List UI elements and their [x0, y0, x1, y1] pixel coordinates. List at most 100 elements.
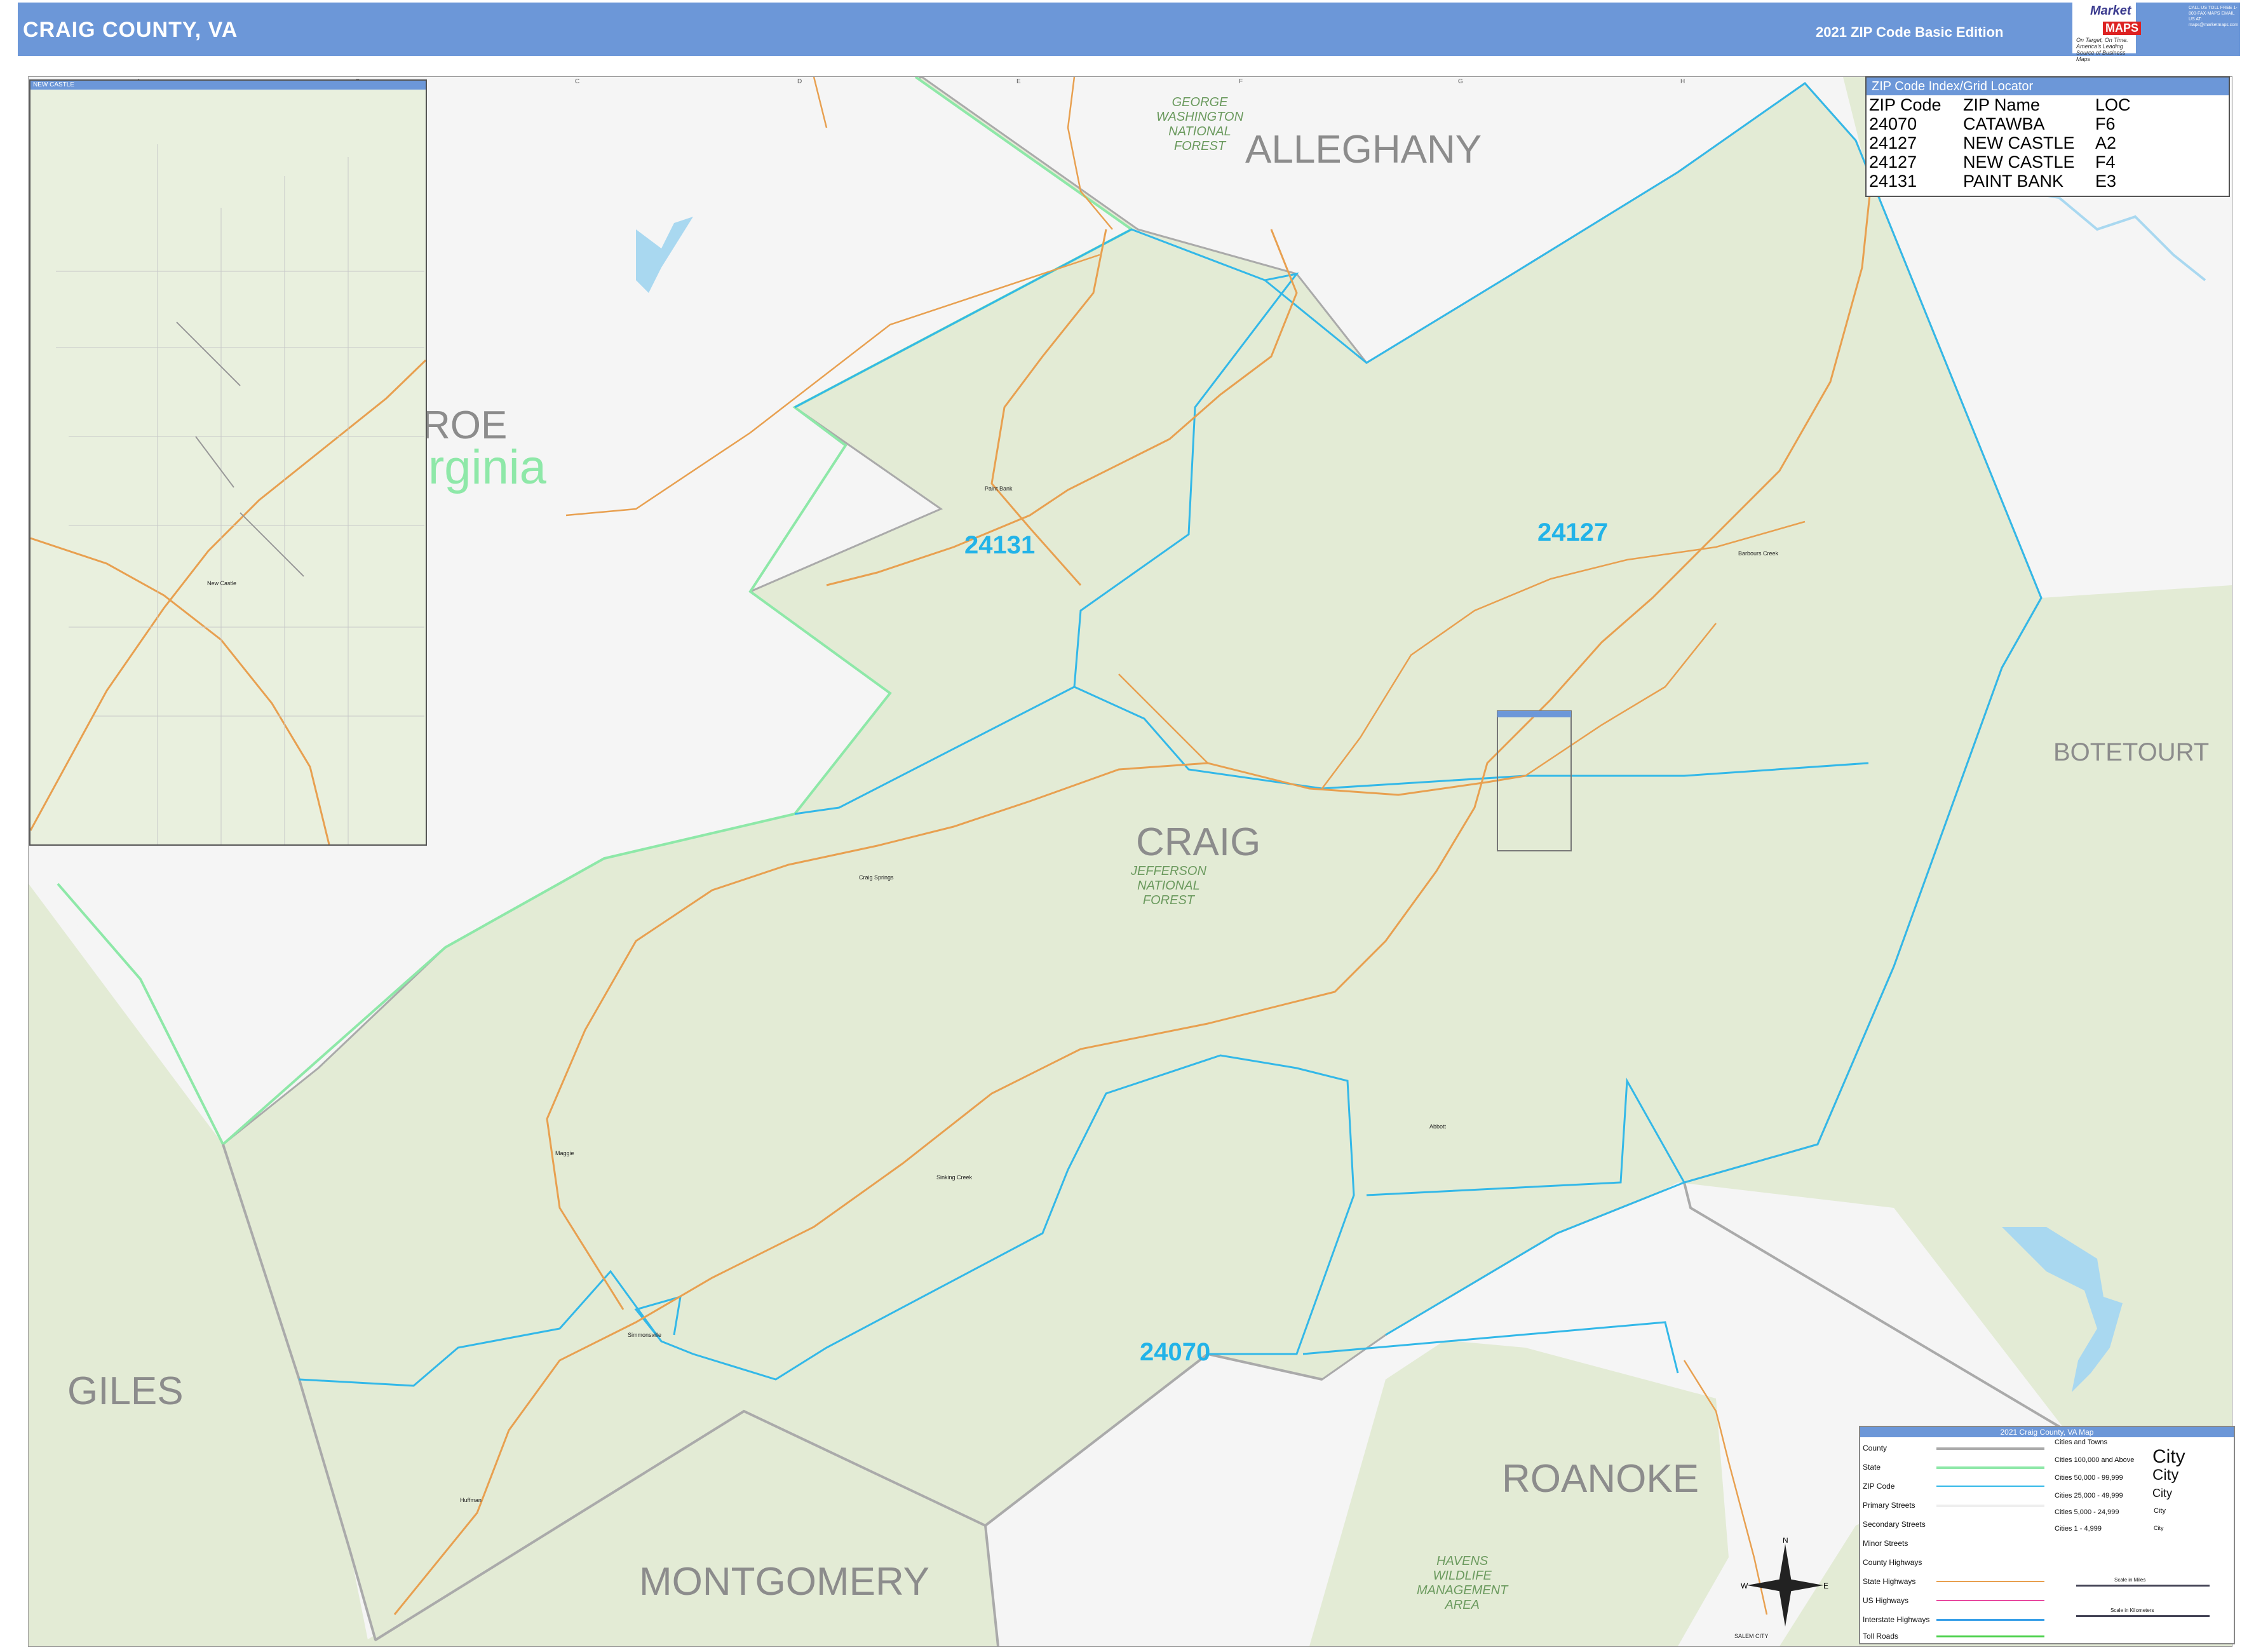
compass-e: E	[1823, 1581, 1828, 1590]
legend-item-state-hwy: State Highways	[1863, 1577, 1916, 1586]
legend-item-interstate: Interstate Highways	[1863, 1615, 1930, 1624]
legend-item-state: State	[1863, 1463, 1881, 1472]
map-legend: 2021 Craig County, VA Map County State Z…	[1859, 1426, 2235, 1644]
town-barbours-creek: Barbours Creek	[1738, 550, 1779, 557]
legend-city-tier-2: Cities 50,000 - 99,999	[2055, 1474, 2123, 1482]
legend-swatch-interstate	[1936, 1619, 2044, 1621]
legend-item-minor: Minor Streets	[1863, 1539, 1908, 1548]
contact-info: CALL US TOLL FREE 1-800-FAX-MAPS EMAIL U…	[2189, 6, 2238, 27]
legend-item-primary: Primary Streets	[1863, 1501, 1915, 1510]
edition-label: 2021 ZIP Code Basic Edition	[1816, 24, 2004, 40]
legend-city-tier-1: Cities 100,000 and Above	[2055, 1456, 2135, 1464]
legend-swatch-zip	[1936, 1486, 2044, 1487]
legend-item-county: County	[1863, 1444, 1887, 1452]
zip-cell: 24070	[1869, 114, 1917, 133]
zip-label-24127: 24127	[1537, 518, 1609, 546]
grid-col-c: C	[575, 78, 580, 85]
logo-tagline: On Target, On Time. America's Leading So…	[2076, 37, 2128, 62]
legend-item-secondary: Secondary Streets	[1863, 1520, 1926, 1529]
legend-city-sample-4: City	[2154, 1507, 2166, 1515]
zip-name-cell: CATAWBA	[1963, 114, 2045, 133]
county-label-montgomery: MONTGOMERY	[639, 1560, 929, 1604]
legend-city-sample-3: City	[2152, 1487, 2172, 1500]
zip-index-header-name: ZIP Name	[1963, 95, 2041, 114]
grid-col-e: E	[1016, 78, 1021, 85]
forest-label-jefferson: JEFFERSON NATIONAL FOREST	[1131, 864, 1206, 907]
loc-cell: F4	[2095, 152, 2116, 172]
county-label-roanoke: ROANOKE	[1502, 1457, 1699, 1501]
legend-item-us-hwy: US Highways	[1863, 1596, 1909, 1605]
legend-swatch-county	[1936, 1447, 2044, 1450]
inset-town-new-castle: New Castle	[207, 580, 237, 586]
county-label-giles: GILES	[67, 1369, 184, 1413]
loc-cell: E3	[2095, 172, 2117, 191]
compass-rose-icon: N W E	[1741, 1538, 1828, 1627]
town-sinking-creek: Sinking Creek	[936, 1174, 973, 1181]
county-label-alleghany: ALLEGHANY	[1245, 128, 1482, 172]
legend-item-zip: ZIP Code	[1863, 1482, 1895, 1491]
zip-name-cell: PAINT BANK	[1963, 172, 2064, 191]
logo-brand: Market	[2090, 4, 2131, 18]
map-title: CRAIG COUNTY, VA	[23, 18, 238, 42]
legend-item-toll: Toll Roads	[1863, 1632, 1899, 1641]
header-bar: CRAIG COUNTY, VA 2021 ZIP Code Basic Edi…	[18, 3, 2240, 56]
inset-geometry	[30, 144, 426, 844]
legend-swatch-state	[1936, 1466, 2044, 1469]
zip-label-24131: 24131	[964, 531, 1036, 559]
legend-scale-bar-miles	[2076, 1585, 2210, 1587]
legend-swatch-state-hwy	[1936, 1581, 2044, 1582]
james-river	[2020, 190, 2206, 281]
state-label-virginia: rginia	[428, 440, 546, 494]
legend-city-tier-3: Cities 25,000 - 49,999	[2055, 1492, 2123, 1500]
inset-map-new-castle[interactable]: NEW CASTLE New Castle	[29, 79, 427, 846]
zip-name-cell: NEW CASTLE	[1963, 152, 2075, 172]
county-label-botetourt: BOTETOURT	[2053, 738, 2210, 766]
loc-cell: F6	[2095, 114, 2116, 133]
grid-col-g: G	[1458, 78, 1463, 85]
town-huffman: Huffman	[460, 1497, 482, 1503]
legend-city-sample-1: City	[2152, 1446, 2185, 1467]
legend-title: 2021 Craig County, VA Map	[1860, 1427, 2234, 1437]
legend-swatch-toll	[1936, 1635, 2044, 1637]
town-abbott: Abbott	[1429, 1123, 1447, 1130]
town-maggie: Maggie	[555, 1150, 574, 1156]
zip-code-index: ZIP Code Index/Grid Locator ZIP Code ZIP…	[1865, 76, 2230, 197]
zip-cell: 24127	[1869, 152, 1917, 172]
zip-name-cell: NEW CASTLE	[1963, 133, 2075, 152]
town-salem: SALEM CITY	[1734, 1633, 1769, 1639]
town-simmonsville: Simmonsville	[628, 1332, 662, 1338]
table-row: 24131 PAINT BANK E3	[1867, 172, 2133, 191]
town-craig-springs: Craig Springs	[859, 874, 894, 881]
table-row: 24070 CATAWBA F6	[1867, 114, 2133, 133]
zip-label-24070: 24070	[1140, 1338, 1211, 1366]
forest-label-havens: HAVENS WILDLIFE MANAGEMENT AREA	[1417, 1554, 1508, 1612]
zip-index-header-zip: ZIP Code	[1869, 95, 1941, 114]
table-row: 24127 NEW CASTLE F4	[1867, 152, 2133, 172]
legend-city-sample-5: City	[2154, 1525, 2164, 1531]
county-label-craig: CRAIG	[1136, 820, 1261, 864]
forest-label-george-washington: GEORGE WASHINGTON NATIONAL FOREST	[1156, 95, 1244, 153]
grid-col-h: H	[1680, 78, 1685, 85]
legend-item-county-hwy: County Highways	[1863, 1558, 1922, 1567]
logo-maps-text: MAPS	[2103, 22, 2142, 35]
zip-index-title: ZIP Code Index/Grid Locator	[1867, 78, 2229, 95]
legend-city-tier-4: Cities 5,000 - 24,999	[2055, 1508, 2119, 1516]
grid-col-f: F	[1239, 78, 1243, 85]
zip-index-table: ZIP Code ZIP Name LOC 24070 CATAWBA F6 2…	[1867, 95, 2133, 191]
legend-cities-header: Cities and Towns	[2055, 1439, 2107, 1446]
legend-scale-bar-km	[2076, 1615, 2210, 1617]
grid-col-d: D	[797, 78, 802, 85]
legend-city-sample-2: City	[2152, 1466, 2179, 1484]
compass-w: W	[1741, 1581, 1748, 1590]
table-row: 24127 NEW CASTLE A2	[1867, 133, 2133, 152]
zip-cell: 24131	[1869, 172, 1917, 191]
town-paint-bank: Paint Bank	[985, 485, 1013, 492]
compass-n: N	[1783, 1538, 1788, 1545]
legend-swatch-us-hwy	[1936, 1600, 2044, 1601]
zip-index-header-loc: LOC	[2095, 95, 2131, 114]
inset-locator-title-bar	[1497, 711, 1571, 717]
zip-cell: 24127	[1869, 133, 1917, 152]
legend-swatch-primary	[1936, 1505, 2044, 1507]
legend-scale-km: Scale in Kilometers	[2110, 1608, 2154, 1613]
legend-city-tier-5: Cities 1 - 4,999	[2055, 1525, 2102, 1533]
